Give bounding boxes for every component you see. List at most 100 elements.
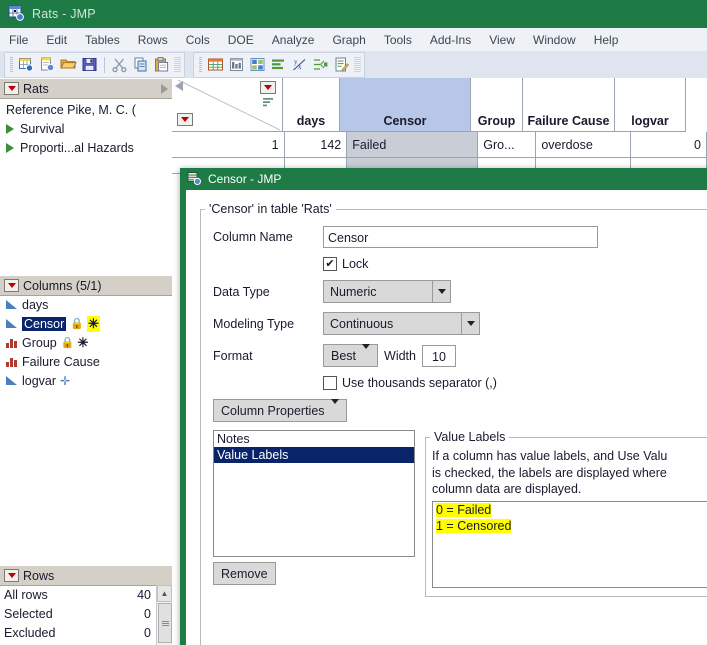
bar-chart-icon[interactable] (268, 54, 289, 75)
thousands-checkbox[interactable] (323, 376, 337, 390)
cell-logvar[interactable]: 0 (631, 132, 707, 158)
chart-arrow-icon[interactable] (310, 54, 331, 75)
rows-panel-header[interactable]: Rows (0, 565, 172, 586)
columns-panel-header[interactable]: Columns (5/1) (0, 275, 172, 296)
column-item-days[interactable]: days (0, 295, 172, 314)
panel-collapse-icon[interactable] (161, 83, 168, 94)
table-panel-header[interactable]: Rats (0, 78, 172, 99)
value-labels-listbox[interactable]: 0 = Failed 1 = Censored (432, 500, 707, 588)
format-dropdown[interactable]: Best (323, 343, 379, 367)
column-groupbox: 'Censor' in table 'Rats' Column Name Cen… (200, 202, 707, 645)
rows-item-excluded[interactable]: Excluded 0 (0, 623, 157, 642)
thousands-checkbox-row[interactable]: Use thousands separator (,) (323, 376, 497, 390)
script-item-proportional-hazards[interactable]: Proporti...al Hazards (0, 138, 172, 157)
toolbar-grip-2[interactable] (199, 56, 202, 73)
fit-model-icon[interactable]: y x (289, 54, 310, 75)
new-data-table-icon[interactable] (16, 54, 37, 75)
chevron-down-icon-3[interactable] (356, 343, 371, 363)
sort-rows-icon[interactable] (263, 96, 274, 110)
data-grid-header-row: days Censor Group Failure Cause logvar (172, 78, 707, 132)
data-table-icon[interactable] (205, 54, 226, 75)
columns-menu-icon[interactable] (260, 81, 276, 94)
lock-checkbox-row[interactable]: Lock (323, 257, 368, 271)
menu-item-tools[interactable]: Tools (375, 30, 421, 50)
data-type-dropdown[interactable]: Numeric (323, 280, 451, 303)
rows-panel-menu-icon[interactable] (4, 569, 19, 582)
width-label: Width (384, 348, 416, 363)
rows-menu-icon[interactable] (177, 113, 193, 126)
cell-failure-cause[interactable]: overdose (536, 132, 632, 158)
column-header-group[interactable]: Group (471, 78, 523, 132)
toolbar-overflow-handle-2[interactable] (354, 56, 361, 73)
rows-panel-scrollbar[interactable]: ▲ (156, 585, 172, 645)
asterisk-property-icon: ✳ (77, 334, 89, 350)
collapse-left-icon[interactable] (175, 81, 183, 91)
width-input[interactable]: 10 (421, 344, 456, 367)
menu-item-window[interactable]: Window (524, 30, 585, 50)
lock-icon: 🔒 (70, 318, 84, 330)
properties-listbox[interactable]: Notes Value Labels (213, 430, 415, 557)
column-header-censor[interactable]: Censor (340, 78, 471, 132)
script-editor-icon[interactable] (331, 54, 352, 75)
toolbar-grip[interactable] (10, 56, 13, 73)
property-item-value-labels[interactable]: Value Labels (214, 447, 414, 463)
table-panel-menu-icon[interactable] (4, 82, 19, 95)
chevron-down-icon-2[interactable] (461, 313, 479, 334)
save-icon[interactable] (79, 54, 100, 75)
property-item-notes[interactable]: Notes (214, 431, 414, 447)
column-item-logvar[interactable]: logvar ✛ (0, 371, 172, 390)
table-row[interactable]: 1 142 Failed Gro... overdose 0 (172, 132, 707, 158)
cell-days[interactable]: 142 (284, 132, 348, 158)
column-item-group[interactable]: Group 🔒 ✳ (0, 333, 172, 352)
open-folder-icon[interactable] (58, 54, 79, 75)
cell-group[interactable]: Gro... (478, 132, 537, 158)
column-header-logvar[interactable]: logvar (615, 78, 686, 132)
column-item-censor[interactable]: Censor 🔒 ✳ (0, 314, 172, 333)
menu-item-addins[interactable]: Add-Ins (421, 30, 480, 50)
rows-item-selected[interactable]: Selected 0 (0, 604, 157, 623)
menu-item-help[interactable]: Help (585, 30, 628, 50)
menu-item-view[interactable]: View (480, 30, 524, 50)
script-item-survival[interactable]: Survival (0, 119, 172, 138)
rows-label: Selected (4, 606, 53, 621)
chevron-down-icon[interactable] (432, 281, 450, 302)
cut-scissors-icon[interactable] (109, 54, 130, 75)
menu-item-cols[interactable]: Cols (177, 30, 219, 50)
menu-item-rows[interactable]: Rows (129, 30, 177, 50)
fit-y-by-x-icon[interactable] (247, 54, 268, 75)
column-properties-button[interactable]: Column Properties (213, 398, 347, 422)
value-label-entry-1[interactable]: 1 = Censored (433, 518, 707, 534)
rows-item-all-rows[interactable]: All rows 40 (0, 585, 157, 604)
row-number-cell[interactable]: 1 (172, 132, 285, 158)
rows-value: 0 (144, 606, 151, 621)
run-script-icon[interactable] (6, 123, 14, 134)
columns-panel-title: Columns (5/1) (23, 278, 102, 293)
lock-checkbox[interactable] (323, 257, 337, 271)
menu-item-graph[interactable]: Graph (323, 30, 374, 50)
menu-item-doe[interactable]: DOE (219, 30, 263, 50)
columns-panel-menu-icon[interactable] (4, 279, 19, 292)
window-title: Rats - JMP (32, 7, 96, 21)
column-item-failure-cause[interactable]: Failure Cause (0, 352, 172, 371)
modeling-type-dropdown[interactable]: Continuous (323, 312, 480, 335)
new-script-icon[interactable] (37, 54, 58, 75)
column-header-days[interactable]: days (283, 78, 340, 132)
grid-corner-cell[interactable] (172, 78, 283, 132)
scroll-up-icon[interactable]: ▲ (157, 585, 172, 602)
toolbar-overflow-handle[interactable] (174, 56, 181, 73)
chevron-down-icon-4[interactable] (325, 398, 339, 418)
menu-item-tables[interactable]: Tables (76, 30, 129, 50)
column-header-failure-cause[interactable]: Failure Cause (523, 78, 615, 132)
run-script-icon-2[interactable] (6, 142, 14, 153)
menu-item-edit[interactable]: Edit (37, 30, 76, 50)
menu-item-analyze[interactable]: Analyze (263, 30, 324, 50)
menu-item-file[interactable]: File (0, 30, 37, 50)
paste-icon[interactable] (151, 54, 172, 75)
column-name-input[interactable]: Censor (323, 226, 598, 248)
copy-icon[interactable] (130, 54, 151, 75)
remove-button[interactable]: Remove (213, 562, 276, 585)
scrollbar-thumb[interactable] (158, 603, 172, 643)
distribution-icon[interactable] (226, 54, 247, 75)
value-label-entry-0[interactable]: 0 = Failed (433, 502, 707, 518)
cell-censor[interactable]: Failed (347, 132, 479, 158)
